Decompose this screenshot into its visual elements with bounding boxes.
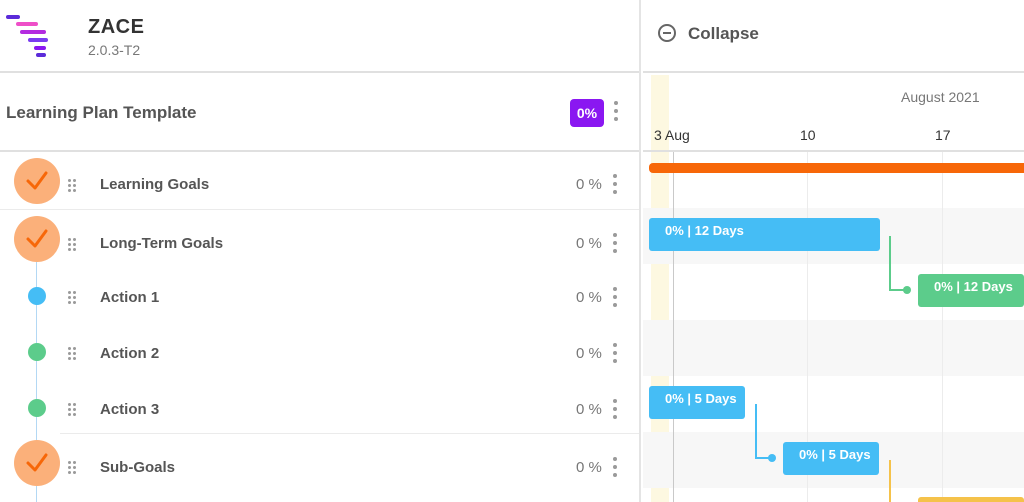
status-dot-icon (28, 287, 46, 305)
app-header: ZACE 2.0.3-T2 (0, 0, 639, 73)
drag-handle-icon[interactable] (68, 238, 78, 251)
task-label: Long-Term Goals (100, 235, 224, 252)
task-row[interactable]: Action 3 0 % (0, 380, 639, 436)
task-row[interactable]: Learning Goals 0 % (0, 154, 639, 210)
task-row[interactable]: Long-Term Goals 0 % (0, 211, 639, 267)
task-row[interactable]: Sub-Goals 0 % (0, 436, 639, 492)
check-icon[interactable] (14, 216, 60, 262)
check-icon[interactable] (14, 440, 60, 486)
drag-handle-icon[interactable] (68, 461, 78, 474)
task-more-icon[interactable] (612, 457, 618, 477)
task-progress: 0 % (576, 235, 602, 252)
task-label: Action 1 (100, 289, 160, 306)
task-progress: 0 % (576, 401, 602, 418)
task-row[interactable]: Action 2 0 % (0, 324, 639, 380)
app-version: 2.0.3-T2 (88, 42, 141, 58)
drag-handle-icon[interactable] (68, 347, 78, 360)
drag-handle-icon[interactable] (68, 403, 78, 416)
task-progress: 0 % (576, 289, 602, 306)
row-divider (60, 433, 639, 434)
task-label: Action 2 (100, 345, 160, 362)
drag-handle-icon[interactable] (68, 179, 78, 192)
app-name: ZACE (88, 16, 145, 38)
zace-logo-icon (6, 15, 50, 57)
task-progress: 0 % (576, 176, 602, 193)
plan-header: Learning Plan Template 0% (0, 75, 639, 152)
check-icon[interactable] (14, 158, 60, 204)
status-dot-icon (28, 399, 46, 417)
task-panel: ZACE 2.0.3-T2 Learning Plan Template 0% … (0, 0, 641, 502)
plan-progress-badge: 0% (570, 99, 604, 127)
drag-handle-icon[interactable] (68, 291, 78, 304)
task-more-icon[interactable] (612, 233, 618, 253)
task-label: Action 3 (100, 401, 160, 418)
task-more-icon[interactable] (612, 174, 618, 194)
task-more-icon[interactable] (612, 343, 618, 363)
task-label: Sub-Goals (100, 459, 176, 476)
task-label: Learning Goals (100, 176, 210, 193)
task-row[interactable]: Action 1 0 % (0, 268, 639, 324)
gantt-panel: Collapse August 2021 3 Aug 10 17 0% | 12… (643, 0, 1024, 502)
plan-title: Learning Plan Template (6, 103, 197, 122)
status-dot-icon (28, 343, 46, 361)
task-progress: 0 % (576, 459, 602, 476)
plan-more-icon[interactable] (613, 101, 619, 121)
dependency-connectors (755, 236, 911, 502)
task-progress: 0 % (576, 345, 602, 362)
task-more-icon[interactable] (612, 399, 618, 419)
task-more-icon[interactable] (612, 287, 618, 307)
